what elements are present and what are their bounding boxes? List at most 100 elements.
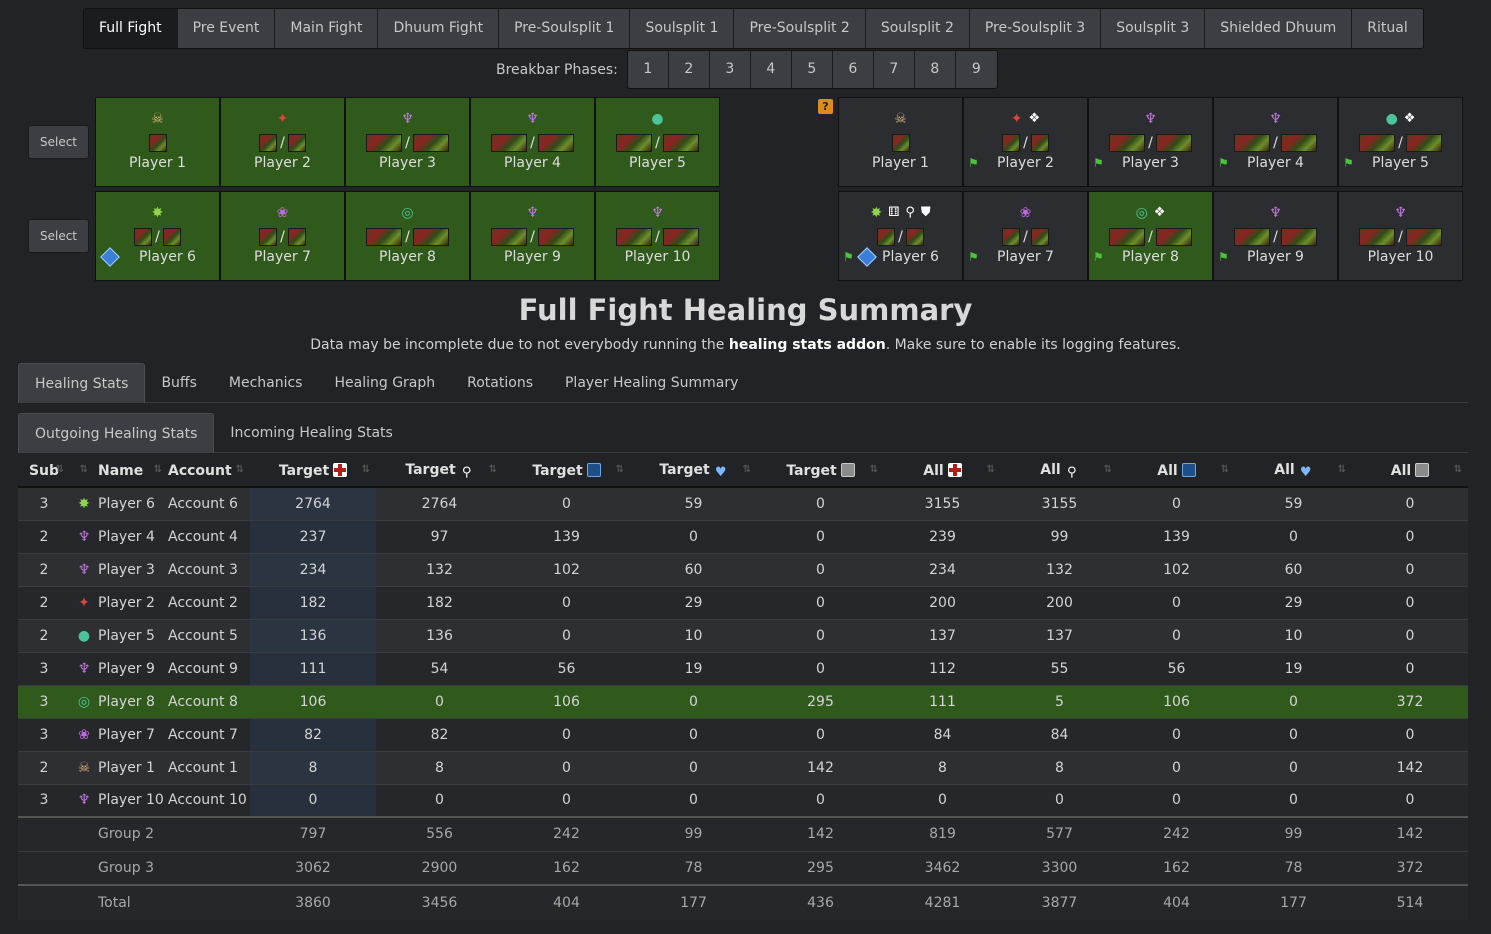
player-card[interactable]: ♆ / Player 4 (470, 97, 595, 187)
value-cell: 0 (630, 783, 757, 817)
footer-value: 372 (1352, 850, 1468, 885)
player-card[interactable]: ● / Player 5 (595, 97, 720, 187)
player-card[interactable]: ♆ / Player 9 (470, 191, 595, 281)
player-card[interactable]: ◎ ❖ / Player 8 ⚑ (1088, 191, 1213, 281)
player-card[interactable]: ♆ / Player 3 ⚑ (1088, 97, 1213, 187)
phase-tab[interactable]: Main Fight (275, 9, 379, 48)
phase-tab[interactable]: Ritual (1352, 9, 1423, 48)
player-card[interactable]: ✦ ❖ / Player 2 ⚑ (963, 97, 1088, 187)
header-all-conversion[interactable]: All ⇅ (1118, 455, 1235, 488)
tab-buffs[interactable]: Buffs (145, 363, 212, 403)
header-all-downed-healing[interactable]: All ♥ ⇅ (1235, 455, 1352, 488)
breakbar-phase-button[interactable]: 2 (668, 51, 710, 88)
account-cell: Account 5 (168, 618, 250, 652)
value-cell: 84 (884, 717, 1001, 751)
player-icons: ♆ (471, 204, 594, 222)
tab-incoming-healing-stats[interactable]: Incoming Healing Stats (214, 413, 408, 453)
phase-tab[interactable]: Full Fight (84, 9, 178, 48)
tab-outgoing-healing-stats[interactable]: Outgoing Healing Stats (18, 413, 215, 453)
header-all-healing[interactable]: All ⇅ (884, 455, 1001, 488)
player-name: Player 7 (997, 249, 1054, 265)
header-target-healing[interactable]: Target ⇅ (250, 455, 376, 488)
table-row[interactable]: 3 ◎ Player 8 Account 8 106 0 106 0 295 111 5 106 0 37… (18, 684, 1468, 718)
player-card[interactable]: ✸ / Player 6 (95, 191, 220, 281)
table-row[interactable]: 2 ♆ Player 3 Account 3 234 132 102 60 0 234 132 102… (18, 552, 1468, 586)
player-name: Player 9 (1247, 249, 1304, 265)
header-profession[interactable]: ⇅ (70, 455, 98, 488)
breakbar-phase-button[interactable]: 4 (750, 51, 792, 88)
weapon-separator: / (1023, 135, 1028, 151)
player-card[interactable]: ◎ / Player 8 (345, 191, 470, 281)
player-card[interactable]: ♆ / Player 3 (345, 97, 470, 187)
breakbar-phase-button[interactable]: 5 (791, 51, 833, 88)
breakbar-phase-button[interactable]: 7 (873, 51, 915, 88)
header-target-barrier[interactable]: Target ⇅ (757, 455, 884, 488)
header-target-downed-healing[interactable]: Target ♥ ⇅ (630, 455, 757, 488)
phase-tab[interactable]: Pre-Soulsplit 1 (499, 9, 631, 48)
player-card[interactable]: ♆ / Player 10 (595, 191, 720, 281)
phase-tab[interactable]: Pre-Soulsplit 3 (969, 9, 1102, 48)
player-card[interactable]: ♆ / Player 10 (1338, 191, 1463, 281)
phase-tab[interactable]: Dhuum Fight (378, 9, 500, 48)
select-group-button[interactable]: Select (28, 125, 89, 159)
phase-tab[interactable]: Pre Event (177, 9, 276, 48)
chronomancer-icon: ♆ (1394, 205, 1407, 221)
breakbar-phase-button[interactable]: 6 (832, 51, 874, 88)
breakbar-phase-button[interactable]: 9 (955, 51, 997, 88)
chronomancer-icon: ♆ (526, 111, 539, 127)
player-card[interactable]: ❀ / Player 7 ⚑ (963, 191, 1088, 281)
player-icons: ✸ (96, 204, 219, 222)
phase-tab[interactable]: Pre-Soulsplit 2 (734, 9, 866, 48)
profession-cell: ◎ (70, 684, 98, 718)
tab-mechanics[interactable]: Mechanics (213, 363, 319, 403)
table-row[interactable]: 2 ☠ Player 1 Account 1 8 8 0 0 142 8 8 0 0 142 (18, 750, 1468, 784)
footer-row: Group 2 797 556 242 99 142 819 577 242 99 142 (18, 816, 1468, 851)
value-cell: 0 (1352, 783, 1468, 817)
phase-tab[interactable]: Soulsplit 2 (865, 9, 970, 48)
breakbar-phase-button[interactable]: 3 (709, 51, 751, 88)
breakbar-phase-button[interactable]: 1 (627, 51, 669, 88)
tab-rotations[interactable]: Rotations (451, 363, 549, 403)
weapon-icon (616, 134, 653, 152)
weapon-separator: / (405, 229, 410, 245)
player-card[interactable]: ❀ / Player 7 (220, 191, 345, 281)
table-row[interactable]: 3 ✸ Player 6 Account 6 2764 2764 0 59 0 3155 3155 0… (18, 486, 1468, 520)
phase-tab[interactable]: Shielded Dhuum (1205, 9, 1353, 48)
profession-cell: ♆ (70, 651, 98, 685)
breakbar-phase-button[interactable]: 8 (914, 51, 956, 88)
player-card[interactable]: ♆ / Player 4 ⚑ (1213, 97, 1338, 187)
value-cell: 0 (1118, 486, 1235, 520)
tab-healing-stats[interactable]: Healing Stats (18, 363, 146, 403)
main-tabs: Healing Stats Buffs Mechanics Healing Graph… (18, 363, 1468, 403)
tab-player-healing-summary[interactable]: Player Healing Summary (549, 363, 754, 403)
header-all-healing-power[interactable]: All ⚲ ⇅ (1001, 455, 1118, 488)
header-sub[interactable]: Sub ⇅ (18, 455, 70, 488)
phase-tab[interactable]: Soulsplit 1 (630, 9, 735, 48)
sub-cell: 3 (18, 486, 70, 520)
table-row[interactable]: 2 ✦ Player 2 Account 2 182 182 0 29 0 200 200 0 29 0 (18, 585, 1468, 619)
tab-healing-graph[interactable]: Healing Graph (318, 363, 451, 403)
player-card[interactable]: ● ❖ / Player 5 ⚑ (1338, 97, 1463, 187)
downed-healing-icon: ♥ (714, 465, 727, 480)
header-target-conversion[interactable]: Target ⇅ (503, 455, 630, 488)
player-card[interactable]: ✸ ⚅ ⚲ ⛊ / Player 6 ⚑ (838, 191, 963, 281)
player-card[interactable]: ♆ / Player 9 ⚑ (1213, 191, 1338, 281)
help-icon[interactable]: ? (818, 99, 833, 114)
player-card[interactable]: ☠ Player 1 (95, 97, 220, 187)
table-row[interactable]: 3 ♆ Player 10 Account 10 0 0 0 0 0 0 0 0 0 0 (18, 783, 1468, 817)
table-row[interactable]: 2 ♆ Player 4 Account 4 237 97 139 0 0 239 99 139 0 0 (18, 519, 1468, 553)
header-account[interactable]: Account ⇅ (168, 455, 250, 488)
select-group-button[interactable]: Select (28, 219, 89, 253)
player-card[interactable]: ✦ / Player 2 (220, 97, 345, 187)
header-all-barrier[interactable]: All ⇅ (1352, 455, 1468, 488)
table-row[interactable]: 3 ♆ Player 9 Account 9 111 54 56 19 0 112 55 56 19 0 (18, 651, 1468, 685)
table-row[interactable]: 3 ❀ Player 7 Account 7 82 82 0 0 0 84 84 0 0 0 (18, 717, 1468, 751)
player-card[interactable]: ☠ Player 1 (838, 97, 963, 187)
footer-value: 3877 (1001, 884, 1118, 920)
phase-tab[interactable]: Soulsplit 3 (1101, 9, 1206, 48)
table-row[interactable]: 2 ● Player 5 Account 5 136 136 0 10 0 137 137 0 10 0 (18, 618, 1468, 652)
header-name[interactable]: Name ⇅ (98, 455, 168, 488)
value-cell: 0 (757, 717, 884, 751)
header-target-healing-power[interactable]: Target ⚲ ⇅ (376, 455, 503, 488)
footer-value: 177 (1235, 884, 1352, 920)
